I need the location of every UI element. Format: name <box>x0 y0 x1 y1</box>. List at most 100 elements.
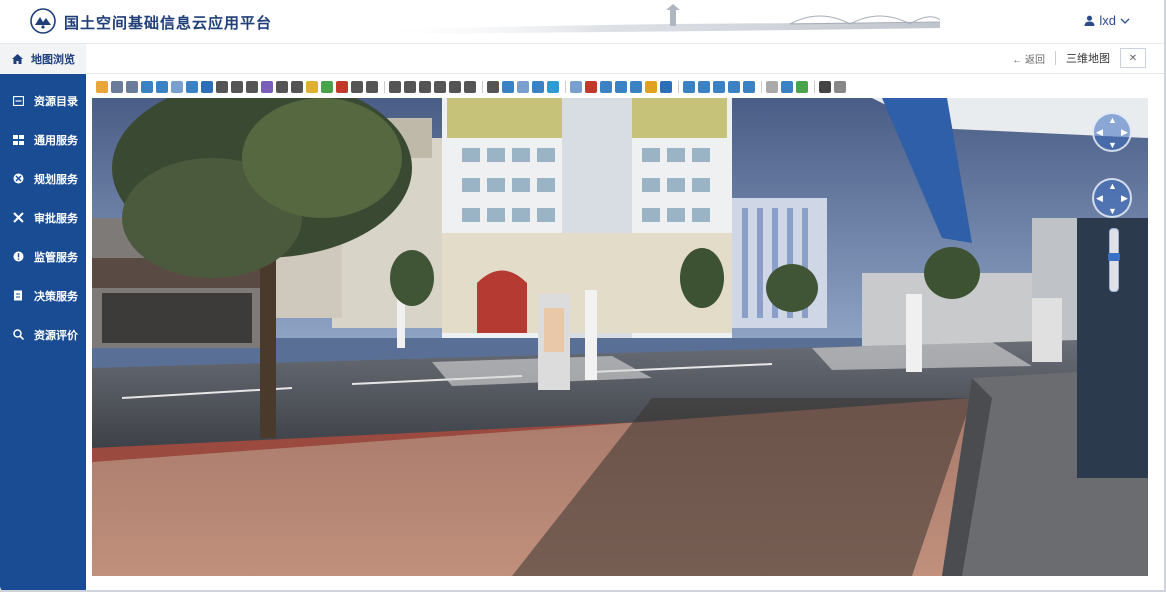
toolbar-tool-icon[interactable] <box>366 81 378 93</box>
sidebar: 资源目录 通用服务 规划服务 审批服务 监管服务 决策服务 资源评价 <box>0 74 86 592</box>
toolbar-tool-icon[interactable] <box>585 81 597 93</box>
toolbar-tool-icon[interactable] <box>464 81 476 93</box>
tab-label: 地图浏览 <box>31 54 75 66</box>
toolbar-separator <box>482 81 483 93</box>
sidebar-item-evaluation[interactable]: 资源评价 <box>0 315 86 354</box>
user-menu[interactable]: lxd <box>1084 13 1130 28</box>
toolbar-tool-icon[interactable] <box>404 81 416 93</box>
toolbar-separator <box>384 81 385 93</box>
toolbar-tool-icon[interactable] <box>819 81 831 93</box>
toolbar-tool-icon[interactable] <box>186 81 198 93</box>
toolbar-tool-icon[interactable] <box>532 81 544 93</box>
toolbar-tool-icon[interactable] <box>698 81 710 93</box>
toolbar-tool-icon[interactable] <box>728 81 740 93</box>
street-scene-image <box>92 98 1148 576</box>
sidebar-item-label: 审批服务 <box>34 212 78 225</box>
map-toolbar <box>92 76 1148 98</box>
toolbar-tool-icon[interactable] <box>171 81 183 93</box>
planning-icon <box>12 173 24 185</box>
toolbar-tool-icon[interactable] <box>231 81 243 93</box>
app-window: 国土空间基础信息云应用平台 lxd 地图浏览 ← 返回 三维地图 ✕ 资源目录 … <box>0 0 1166 592</box>
sidebar-item-decision[interactable]: 决策服务 <box>0 276 86 315</box>
toolbar-tool-icon[interactable] <box>321 81 333 93</box>
toolbar-tool-icon[interactable] <box>306 81 318 93</box>
grid-icon <box>12 134 24 146</box>
close-tab-button[interactable]: ✕ <box>1120 48 1146 68</box>
sidebar-item-catalog[interactable]: 资源目录 <box>0 81 86 120</box>
sidebar-item-label: 规划服务 <box>34 173 78 186</box>
toolbar-separator <box>565 81 566 93</box>
toolbar-tool-icon[interactable] <box>600 81 612 93</box>
tab-map-browse[interactable]: 地图浏览 <box>0 44 86 74</box>
toolbar-tool-icon[interactable] <box>743 81 755 93</box>
toolbar-tool-icon[interactable] <box>645 81 657 93</box>
toolbar-tool-icon[interactable] <box>834 81 846 93</box>
toolbar-tool-icon[interactable] <box>126 81 138 93</box>
tab-bar: 地图浏览 ← 返回 三维地图 ✕ <box>0 44 1166 74</box>
toolbar-separator <box>761 81 762 93</box>
back-link[interactable]: ← 返回 <box>1012 51 1045 66</box>
toolbar-tool-icon[interactable] <box>796 81 808 93</box>
toolbar-tool-icon[interactable] <box>434 81 446 93</box>
tilt-control[interactable]: ▲ ▼ ◀ ▶ <box>1092 178 1132 218</box>
toolbar-tool-icon[interactable] <box>683 81 695 93</box>
evaluate-icon <box>12 329 24 341</box>
platform-logo-icon <box>30 8 56 34</box>
toolbar-tool-icon[interactable] <box>502 81 514 93</box>
map-mode-label[interactable]: 三维地图 <box>1066 50 1110 66</box>
alert-icon <box>12 251 24 263</box>
app-title: 国土空间基础信息云应用平台 <box>64 14 273 32</box>
toolbar-separator <box>814 81 815 93</box>
toolbar-tool-icon[interactable] <box>216 81 228 93</box>
toolbar-tool-icon[interactable] <box>630 81 642 93</box>
sidebar-item-label: 资源目录 <box>34 95 78 108</box>
toolbar-tool-icon[interactable] <box>766 81 778 93</box>
sidebar-item-label: 决策服务 <box>34 290 78 303</box>
toolbar-separator <box>678 81 679 93</box>
toolbar-tool-icon[interactable] <box>111 81 123 93</box>
toolbar-tool-icon[interactable] <box>389 81 401 93</box>
toolbar-tool-icon[interactable] <box>141 81 153 93</box>
toolbar-tool-icon[interactable] <box>781 81 793 93</box>
user-icon <box>1084 15 1095 26</box>
bridge-banner-image <box>370 4 940 34</box>
toolbar-tool-icon[interactable] <box>336 81 348 93</box>
pan-control[interactable]: ▲ ▼ ◀ ▶ <box>1092 112 1132 152</box>
chevron-down-icon <box>1120 18 1130 24</box>
divider <box>1055 51 1056 65</box>
sidebar-item-supervision[interactable]: 监管服务 <box>0 237 86 276</box>
toolbar-tool-icon[interactable] <box>276 81 288 93</box>
zoom-slider-thumb[interactable] <box>1108 253 1120 261</box>
3d-scene-viewport[interactable]: ▲ ▼ ◀ ▶ ▲ ▼ ◀ ▶ <box>92 98 1148 576</box>
toolbar-tool-icon[interactable] <box>487 81 499 93</box>
tabbar-actions: ← 返回 三维地图 ✕ <box>1012 48 1146 68</box>
toolbar-tool-icon[interactable] <box>570 81 582 93</box>
home-icon <box>12 54 23 64</box>
toolbar-tool-icon[interactable] <box>615 81 627 93</box>
toolbar-tool-icon[interactable] <box>713 81 725 93</box>
sidebar-item-label: 通用服务 <box>34 134 78 147</box>
sidebar-item-label: 监管服务 <box>34 251 78 264</box>
toolbar-tool-icon[interactable] <box>351 81 363 93</box>
toolbar-tool-icon[interactable] <box>547 81 559 93</box>
toolbar-tool-icon[interactable] <box>660 81 672 93</box>
toolbar-tool-icon[interactable] <box>246 81 258 93</box>
username: lxd <box>1099 13 1116 28</box>
sidebar-item-approval[interactable]: 审批服务 <box>0 198 86 237</box>
catalog-icon <box>12 95 24 107</box>
toolbar-tool-icon[interactable] <box>291 81 303 93</box>
zoom-slider[interactable] <box>1108 228 1120 292</box>
sidebar-item-general[interactable]: 通用服务 <box>0 120 86 159</box>
toolbar-tool-icon[interactable] <box>201 81 213 93</box>
toolbar-tool-icon[interactable] <box>517 81 529 93</box>
decision-icon <box>12 290 24 302</box>
toolbar-tool-icon[interactable] <box>261 81 273 93</box>
approval-icon <box>12 212 24 224</box>
toolbar-tool-icon[interactable] <box>156 81 168 93</box>
toolbar-tool-icon[interactable] <box>449 81 461 93</box>
toolbar-tool-icon[interactable] <box>96 81 108 93</box>
top-header: 国土空间基础信息云应用平台 lxd <box>0 0 1166 44</box>
sidebar-item-planning[interactable]: 规划服务 <box>0 159 86 198</box>
sidebar-item-label: 资源评价 <box>34 329 78 342</box>
toolbar-tool-icon[interactable] <box>419 81 431 93</box>
